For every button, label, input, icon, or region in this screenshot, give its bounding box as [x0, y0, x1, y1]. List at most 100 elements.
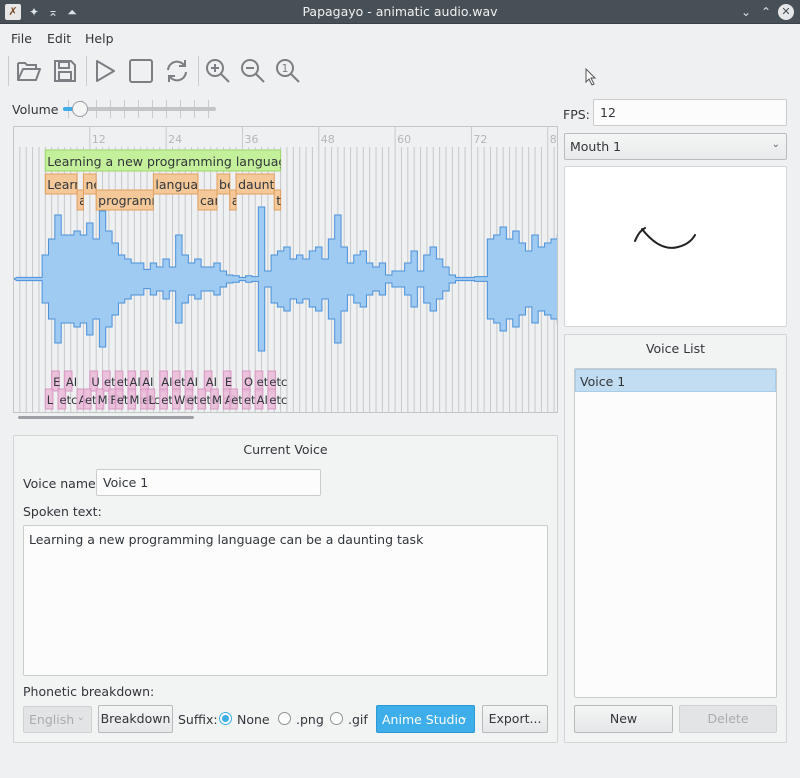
maximize-icon[interactable]: ⌃	[758, 4, 774, 20]
suffix-label: Suffix:	[178, 712, 218, 727]
phoneme-bottom-text: L	[149, 393, 156, 407]
voice-list-title: Voice List	[645, 341, 706, 356]
menu-edit[interactable]: Edit	[47, 31, 71, 46]
waveform-horizontal-scrollbar[interactable]	[18, 416, 194, 419]
toolbar-handle	[8, 56, 9, 86]
new-voice-button[interactable]: New	[574, 705, 673, 733]
open-icon	[17, 62, 41, 81]
phoneme-bottom-text: et	[117, 393, 129, 407]
zoom-out-icon	[241, 59, 265, 83]
minimize-icon[interactable]: ⌄	[738, 4, 754, 20]
play-icon	[96, 60, 115, 82]
breakdown-button[interactable]: Breakdown	[98, 705, 173, 733]
save-button[interactable]	[48, 54, 82, 88]
zoom-reset-icon: 1	[276, 59, 300, 83]
save-icon	[54, 60, 76, 82]
menu-bar: File Edit Help	[0, 26, 800, 50]
menu-help[interactable]: Help	[85, 31, 114, 46]
spoken-text-label: Spoken text:	[23, 504, 102, 519]
export-format-value: Anime Studio	[382, 712, 466, 727]
suffix-none-radio[interactable]	[219, 712, 232, 725]
phoneme-top-text: E	[53, 375, 60, 389]
waveform-canvas[interactable]: 12 24 36 48 60 72 84 Learning a new programming…	[14, 127, 558, 413]
phoneme-top-text: U	[91, 375, 99, 389]
voice-name-input[interactable]: Voice 1	[96, 469, 321, 496]
mouth-preview	[564, 166, 787, 327]
phoneme-bottom-text: et	[244, 393, 256, 407]
mouth-select-value: Mouth 1	[570, 139, 622, 154]
export-button[interactable]: Export...	[482, 705, 548, 733]
menu-file[interactable]: File	[11, 31, 32, 46]
frame-tick-label: 60	[397, 133, 411, 146]
phoneme-bottom-text: etc	[269, 393, 287, 407]
frame-tick-label: 48	[321, 133, 335, 146]
phoneme-bottom-text: et	[187, 393, 199, 407]
phoneme-top-text: et	[104, 375, 116, 389]
phoneme-bottom-text: et	[231, 393, 243, 407]
zoom-in-button[interactable]	[201, 54, 235, 88]
toolbar-separator	[86, 56, 87, 86]
phoneme-bottom-text: etc	[60, 393, 78, 407]
reload-button[interactable]	[160, 54, 194, 88]
suffix-gif-label[interactable]: .gif	[348, 712, 368, 727]
suffix-none-label[interactable]: None	[237, 712, 270, 727]
mouth-select[interactable]: Mouth 1 ⌄	[564, 133, 787, 160]
audio-waveform	[14, 206, 557, 352]
phoneme-top-text: AI	[161, 375, 172, 389]
phoneme-top-text: E	[225, 375, 232, 389]
close-icon[interactable]: ✕	[778, 4, 794, 20]
open-button[interactable]	[12, 54, 46, 88]
language-select[interactable]: English ⌄	[23, 706, 92, 733]
zoom-out-button[interactable]	[236, 54, 270, 88]
window-title: Papagayo - animatic audio.wav	[302, 4, 498, 19]
frame-tick-label: 36	[244, 133, 258, 146]
phoneme-top-text: AI	[129, 375, 140, 389]
phoneme-bottom-text: L	[47, 393, 54, 407]
phoneme-bottom-text: AI	[257, 393, 268, 407]
voice-list-item[interactable]: Voice 1	[575, 369, 776, 392]
word-text: daunti	[238, 177, 278, 192]
phoneme-top-text: et	[174, 375, 186, 389]
phoneme-top-text: O	[244, 375, 253, 389]
title-bar: ✗ ✦ ⌅ ⏶ Papagayo - animatic audio.wav ⌄ …	[0, 0, 800, 24]
phoneme-top-text: etc	[269, 375, 287, 389]
suffix-png-radio[interactable]	[278, 712, 291, 725]
volume-slider[interactable]	[61, 100, 218, 118]
spoken-text-input[interactable]: Learning a new programming language can …	[23, 525, 548, 676]
export-format-select[interactable]: Anime Studio ⌄	[376, 705, 475, 733]
volume-slider-handle[interactable]	[72, 101, 89, 117]
toolbar-separator	[198, 56, 199, 86]
word-text: can	[200, 193, 222, 208]
play-button[interactable]	[88, 54, 122, 88]
stop-icon	[129, 59, 153, 83]
frame-tick-label: 24	[168, 133, 182, 146]
delete-voice-button[interactable]: Delete	[679, 705, 777, 733]
frame-tick-label: 12	[92, 133, 106, 146]
voice-list[interactable]: Voice 1	[574, 368, 777, 698]
waveform-view[interactable]: 12 24 36 48 60 72 84 Learning a new programming…	[13, 126, 558, 413]
stop-button[interactable]	[124, 54, 158, 88]
phoneme-top-text: AI	[142, 375, 153, 389]
phoneme-top-text: AI	[187, 375, 198, 389]
phrase-text: Learning a new programming language ca	[47, 154, 312, 169]
mouth-shape-icon	[634, 227, 696, 249]
chevron-down-icon: ⌄	[76, 712, 85, 723]
phonetic-breakdown-label: Phonetic breakdown:	[23, 684, 155, 699]
phoneme-top-text: et	[257, 375, 269, 389]
suffix-png-label[interactable]: .png	[296, 712, 324, 727]
toolbar: 1	[0, 52, 800, 90]
fps-label: FPS:	[563, 107, 590, 122]
zoom-in-icon	[206, 59, 230, 83]
phoneme-bottom-text: et	[85, 393, 97, 407]
chevron-down-icon: ⌄	[771, 139, 780, 150]
voice-name-label: Voice name:	[23, 476, 100, 491]
fps-input[interactable]: 12	[593, 99, 787, 126]
svg-text:1: 1	[282, 62, 289, 75]
phoneme-top-text: AI	[206, 375, 217, 389]
word-text: t	[276, 193, 281, 208]
phoneme-bottom-text: et	[161, 393, 173, 407]
current-voice-title: Current Voice	[243, 442, 328, 457]
zoom-reset-button[interactable]: 1	[271, 54, 305, 88]
suffix-gif-radio[interactable]	[330, 712, 343, 725]
phoneme-top-text: AI	[66, 375, 77, 389]
